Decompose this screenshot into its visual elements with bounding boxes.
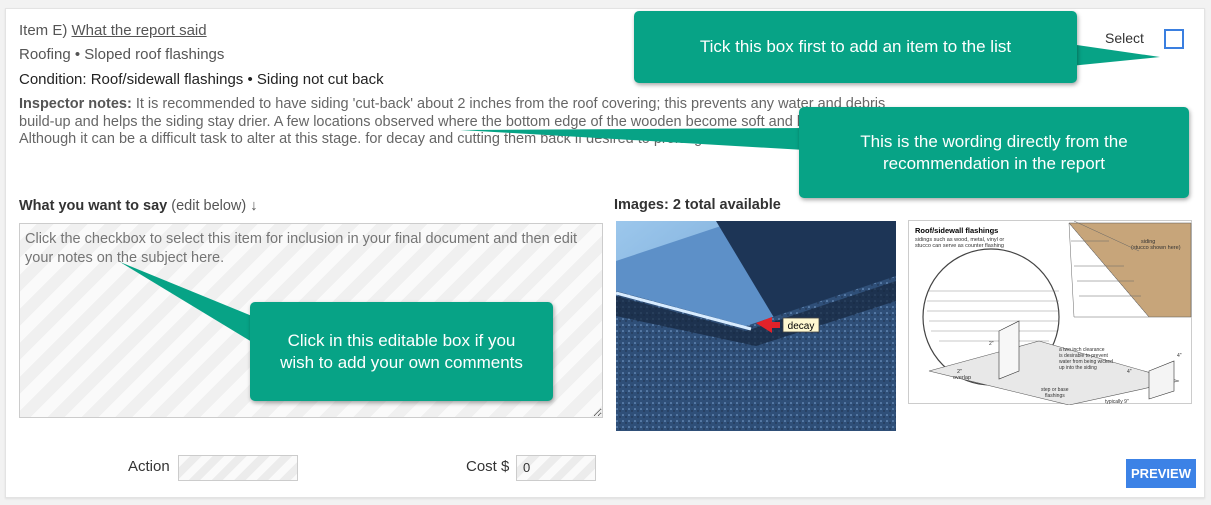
select-label: Select bbox=[1105, 30, 1144, 46]
condition-label: Condition: bbox=[19, 71, 87, 88]
diagram-step-2: flashings bbox=[1045, 393, 1065, 399]
diagram-dim-4b: 4" bbox=[1177, 353, 1182, 359]
diagram-subtitle-2: stucco can serve as counter flashing bbox=[915, 243, 1004, 249]
item-title: Item E) What the report said bbox=[19, 22, 207, 39]
diagram-overlap-2: overlap bbox=[953, 375, 971, 381]
inspector-notes: Inspector notes: It is recommended to ha… bbox=[19, 96, 919, 149]
flashing-diagram-image: Roof/sidewall flashings sidings such as … bbox=[915, 220, 1192, 406]
diagram-siding-2: (stucco shown here) bbox=[1131, 245, 1181, 251]
decay-photo-image: decay bbox=[616, 221, 896, 431]
diagram-typical: typically 9" bbox=[1105, 399, 1129, 405]
decay-photo[interactable]: decay bbox=[616, 221, 896, 431]
photo-tag: decay bbox=[788, 321, 815, 332]
notes-text: It is recommended to have siding 'cut-ba… bbox=[19, 96, 899, 147]
action-label: Action bbox=[128, 458, 170, 475]
diagram-title: Roof/sidewall flashings bbox=[915, 226, 998, 235]
flashing-diagram[interactable]: Roof/sidewall flashings sidings such as … bbox=[908, 220, 1192, 406]
select-checkbox[interactable] bbox=[1164, 29, 1184, 49]
action-field[interactable] bbox=[178, 455, 298, 481]
cost-field[interactable]: 0 bbox=[516, 455, 596, 481]
checkbox-callout: Tick this box first to add an item to th… bbox=[634, 11, 1077, 83]
report-said-link[interactable]: What the report said bbox=[72, 22, 207, 39]
diagram-dim-2: 2" bbox=[989, 341, 994, 347]
condition-value: Roof/sidewall flashings • Siding not cut… bbox=[90, 71, 384, 88]
diagram-clearance-4: up into the siding bbox=[1059, 365, 1097, 371]
preview-button[interactable]: PREVIEW bbox=[1126, 459, 1196, 488]
item-condition: Condition: Roof/sidewall flashings • Sid… bbox=[19, 71, 384, 88]
what-you-want-to-say-heading: What you want to say (edit below) ↓ bbox=[19, 198, 258, 214]
item-category: Roofing • Sloped roof flashings bbox=[19, 46, 225, 63]
say-hint: (edit below) ↓ bbox=[171, 198, 258, 214]
images-label: Images: 2 total available bbox=[614, 197, 781, 213]
editable-callout: Click in this editable box if you wish t… bbox=[250, 302, 553, 401]
item-prefix: Item E) bbox=[19, 22, 68, 39]
wording-callout: This is the wording directly from the re… bbox=[799, 107, 1189, 198]
notes-label: Inspector notes: bbox=[19, 96, 132, 112]
say-label: What you want to say bbox=[19, 198, 168, 214]
diagram-dim-4a: 4" bbox=[1127, 369, 1132, 375]
cost-label: Cost $ bbox=[466, 458, 510, 475]
